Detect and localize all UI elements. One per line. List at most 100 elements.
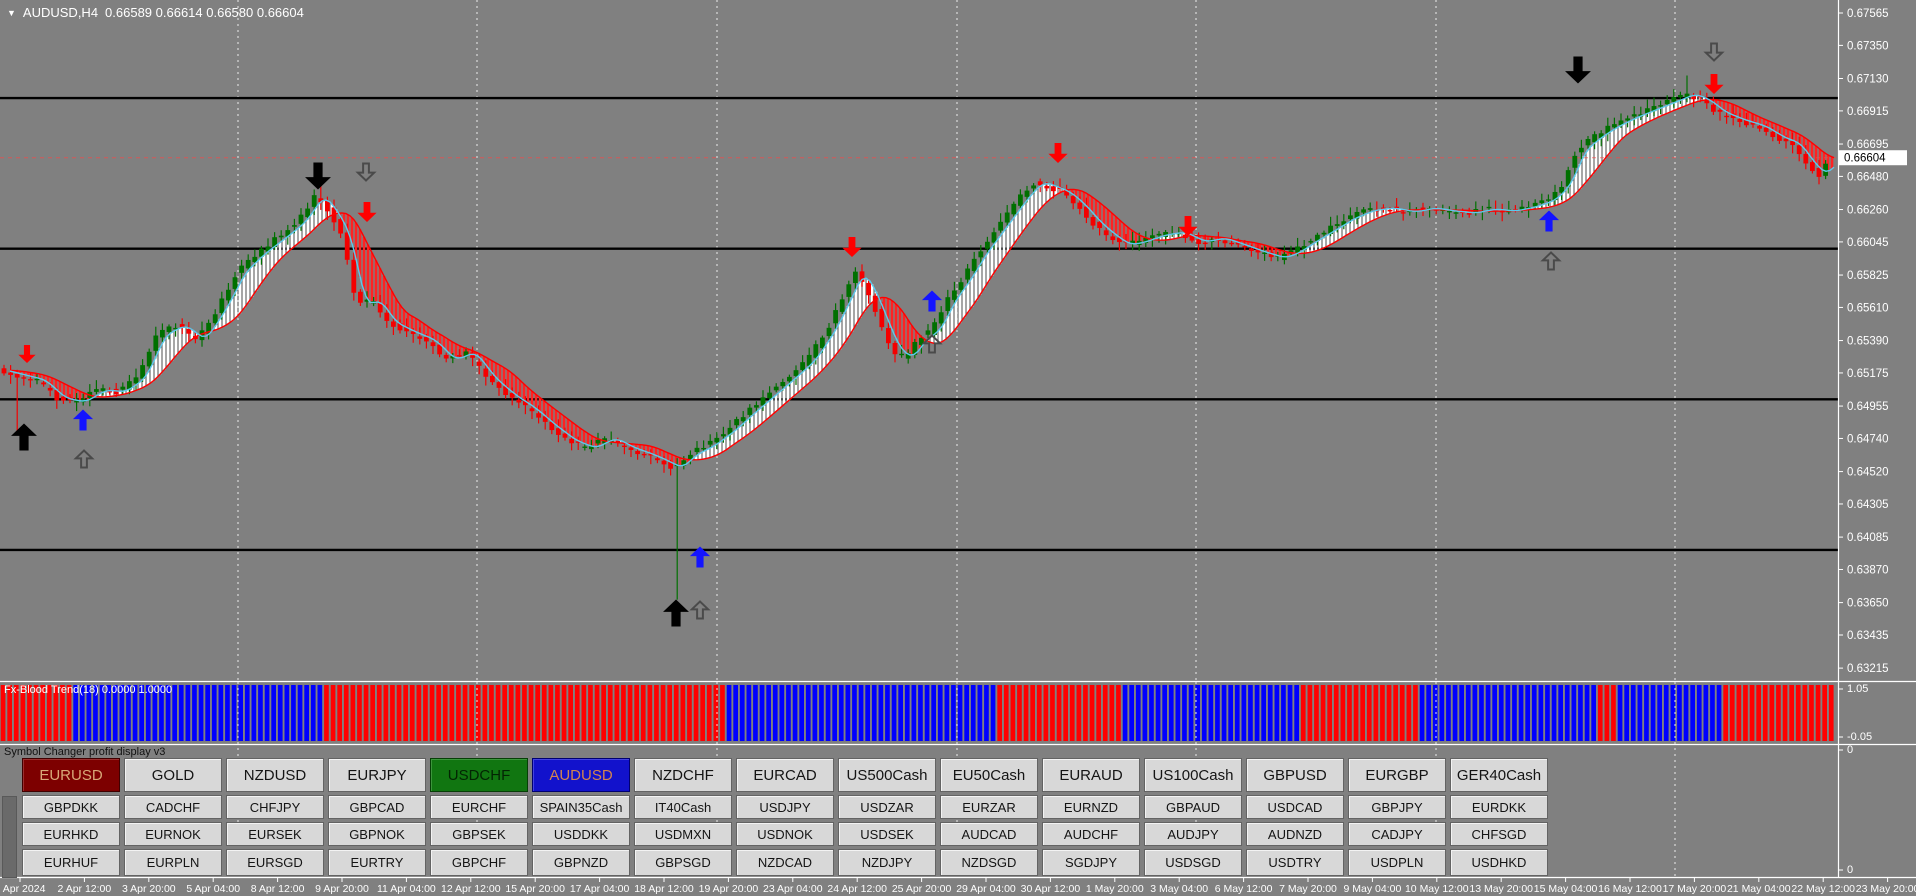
symbol-button-SPAIN35Cash[interactable]: SPAIN35Cash xyxy=(532,795,630,819)
symbol-button-US500Cash[interactable]: US500Cash xyxy=(838,758,936,792)
symbol-button-AUDNZD[interactable]: AUDNZD xyxy=(1246,822,1344,846)
symbol-button-USDHKD[interactable]: USDHKD xyxy=(1450,849,1548,876)
symbol-button-GBPAUD[interactable]: GBPAUD xyxy=(1144,795,1242,819)
subwindow-scales: 1.05-0.0500 xyxy=(1838,683,1872,876)
svg-text:23 Apr 04:00: 23 Apr 04:00 xyxy=(763,883,823,895)
svg-text:0.66045: 0.66045 xyxy=(1847,237,1889,249)
symbol-button-NZDCHF[interactable]: NZDCHF xyxy=(634,758,732,792)
symbol-button-row-2: GBPDKKCADCHFCHFJPYGBPCADEURCHFSPAIN35Cas… xyxy=(22,795,1548,819)
symbol-button-EURNOK[interactable]: EURNOK xyxy=(124,822,222,846)
symbol-button-USDMXN[interactable]: USDMXN xyxy=(634,822,732,846)
symbol-button-row-3: EURHKDEURNOKEURSEKGBPNOKGBPSEKUSDDKKUSDM… xyxy=(22,822,1548,846)
symbol-button-NZDSGD[interactable]: NZDSGD xyxy=(940,849,1038,876)
chart-symbol-period: AUDUSD,H4 xyxy=(23,5,98,20)
svg-text:16 May 12:00: 16 May 12:00 xyxy=(1598,883,1662,895)
symbol-button-EURHKD[interactable]: EURHKD xyxy=(22,822,120,846)
symbol-button-CHFSGD[interactable]: CHFSGD xyxy=(1450,822,1548,846)
symbol-button-EURDKK[interactable]: EURDKK xyxy=(1450,795,1548,819)
price-axis[interactable]: 0.675650.673500.671300.669150.666950.664… xyxy=(1838,8,1907,675)
symbol-button-EURSEK[interactable]: EURSEK xyxy=(226,822,324,846)
symbol-button-USDZAR[interactable]: USDZAR xyxy=(838,795,936,819)
symbol-button-GBPDKK[interactable]: GBPDKK xyxy=(22,795,120,819)
symbol-button-EURZAR[interactable]: EURZAR xyxy=(940,795,1038,819)
symbol-button-EURAUD[interactable]: EURAUD xyxy=(1042,758,1140,792)
moving-average-lines xyxy=(10,96,1834,466)
symbol-button-USDDKK[interactable]: USDDKK xyxy=(532,822,630,846)
symbol-button-CADJPY[interactable]: CADJPY xyxy=(1348,822,1446,846)
symbol-button-EU50Cash[interactable]: EU50Cash xyxy=(940,758,1038,792)
symbol-button-GBPCHF[interactable]: GBPCHF xyxy=(430,849,528,876)
symbol-button-EURCAD[interactable]: EURCAD xyxy=(736,758,834,792)
svg-text:0.64305: 0.64305 xyxy=(1847,499,1889,511)
chart-ohlc-values: 0.66589 0.66614 0.66580 0.66604 xyxy=(105,5,304,20)
symbol-button-USDSGD[interactable]: USDSGD xyxy=(1144,849,1242,876)
symbol-button-SGDJPY[interactable]: SGDJPY xyxy=(1042,849,1140,876)
symbol-button-EURJPY[interactable]: EURJPY xyxy=(328,758,426,792)
symbol-button-USDTRY[interactable]: USDTRY xyxy=(1246,849,1344,876)
symbol-button-GBPNZD[interactable]: GBPNZD xyxy=(532,849,630,876)
svg-text:0.67565: 0.67565 xyxy=(1847,8,1889,20)
svg-text:0.67350: 0.67350 xyxy=(1847,40,1889,52)
svg-text:0.65175: 0.65175 xyxy=(1847,368,1889,380)
symbol-dropdown-icon[interactable]: ▼ xyxy=(7,8,16,18)
svg-text:24 Apr 12:00: 24 Apr 12:00 xyxy=(827,883,887,895)
symbol-button-NZDCAD[interactable]: NZDCAD xyxy=(736,849,834,876)
symbol-button-US100Cash[interactable]: US100Cash xyxy=(1144,758,1242,792)
symbol-button-USDPLN[interactable]: USDPLN xyxy=(1348,849,1446,876)
symbol-changer-label: Symbol Changer profit display v3 xyxy=(4,746,165,758)
svg-text:9 Apr 20:00: 9 Apr 20:00 xyxy=(315,883,369,895)
svg-text:15 Apr 20:00: 15 Apr 20:00 xyxy=(505,883,565,895)
trend-band xyxy=(15,95,1834,465)
symbol-button-USDSEK[interactable]: USDSEK xyxy=(838,822,936,846)
symbol-button-AUDJPY[interactable]: AUDJPY xyxy=(1144,822,1242,846)
symbol-button-IT40Cash[interactable]: IT40Cash xyxy=(634,795,732,819)
symbol-button-CHFJPY[interactable]: CHFJPY xyxy=(226,795,324,819)
svg-text:25 Apr 20:00: 25 Apr 20:00 xyxy=(892,883,952,895)
horizontal-levels xyxy=(0,98,1838,550)
svg-text:1 May 20:00: 1 May 20:00 xyxy=(1086,883,1144,895)
svg-text:0.64740: 0.64740 xyxy=(1847,433,1889,445)
signal-arrow-sell-down xyxy=(842,237,861,257)
symbol-button-GBPNOK[interactable]: GBPNOK xyxy=(328,822,426,846)
signal-arrow-sell-down xyxy=(18,345,35,363)
svg-text:0.66260: 0.66260 xyxy=(1847,205,1889,217)
symbol-button-EURCHF[interactable]: EURCHF xyxy=(430,795,528,819)
svg-text:9 May 04:00: 9 May 04:00 xyxy=(1344,883,1402,895)
symbol-button-AUDUSD[interactable]: AUDUSD xyxy=(532,758,630,792)
symbol-button-USDNOK[interactable]: USDNOK xyxy=(736,822,834,846)
symbol-button-NZDJPY[interactable]: NZDJPY xyxy=(838,849,936,876)
symbol-button-NZDUSD[interactable]: NZDUSD xyxy=(226,758,324,792)
symbol-button-AUDCAD[interactable]: AUDCAD xyxy=(940,822,1038,846)
svg-text:1 Apr 2024: 1 Apr 2024 xyxy=(0,883,46,895)
symbol-button-GBPSEK[interactable]: GBPSEK xyxy=(430,822,528,846)
symbol-button-GBPJPY[interactable]: GBPJPY xyxy=(1348,795,1446,819)
fx-blood-histogram xyxy=(1,685,1834,741)
symbol-button-EURPLN[interactable]: EURPLN xyxy=(124,849,222,876)
symbol-button-EURUSD[interactable]: EURUSD xyxy=(22,758,120,792)
svg-text:0.64085: 0.64085 xyxy=(1847,532,1889,544)
symbol-button-EURNZD[interactable]: EURNZD xyxy=(1042,795,1140,819)
svg-text:17 May 20:00: 17 May 20:00 xyxy=(1663,883,1727,895)
symbol-button-GER40Cash[interactable]: GER40Cash xyxy=(1450,758,1548,792)
symbol-button-GOLD[interactable]: GOLD xyxy=(124,758,222,792)
symbol-button-EURTRY[interactable]: EURTRY xyxy=(328,849,426,876)
svg-text:15 May 04:00: 15 May 04:00 xyxy=(1534,883,1598,895)
svg-text:0.66915: 0.66915 xyxy=(1847,106,1889,118)
symbol-button-USDJPY[interactable]: USDJPY xyxy=(736,795,834,819)
symbol-button-EURSGD[interactable]: EURSGD xyxy=(226,849,324,876)
symbol-button-USDCAD[interactable]: USDCAD xyxy=(1246,795,1344,819)
symbol-button-EURHUF[interactable]: EURHUF xyxy=(22,849,120,876)
time-axis[interactable]: 1 Apr 20242 Apr 12:003 Apr 20:005 Apr 04… xyxy=(0,878,1916,895)
svg-text:12 Apr 12:00: 12 Apr 12:00 xyxy=(441,883,501,895)
mt4-chart-window: 0.675650.673500.671300.669150.666950.664… xyxy=(0,0,1916,896)
symbol-button-GBPSGD[interactable]: GBPSGD xyxy=(634,849,732,876)
panel-resize-handle[interactable] xyxy=(2,796,17,878)
symbol-button-GBPUSD[interactable]: GBPUSD xyxy=(1246,758,1344,792)
symbol-button-USDCHF[interactable]: USDCHF xyxy=(430,758,528,792)
svg-text:0.64520: 0.64520 xyxy=(1847,467,1889,479)
symbol-button-AUDCHF[interactable]: AUDCHF xyxy=(1042,822,1140,846)
symbol-button-EURGBP[interactable]: EURGBP xyxy=(1348,758,1446,792)
svg-text:0.65825: 0.65825 xyxy=(1847,270,1889,282)
symbol-button-CADCHF[interactable]: CADCHF xyxy=(124,795,222,819)
symbol-button-GBPCAD[interactable]: GBPCAD xyxy=(328,795,426,819)
